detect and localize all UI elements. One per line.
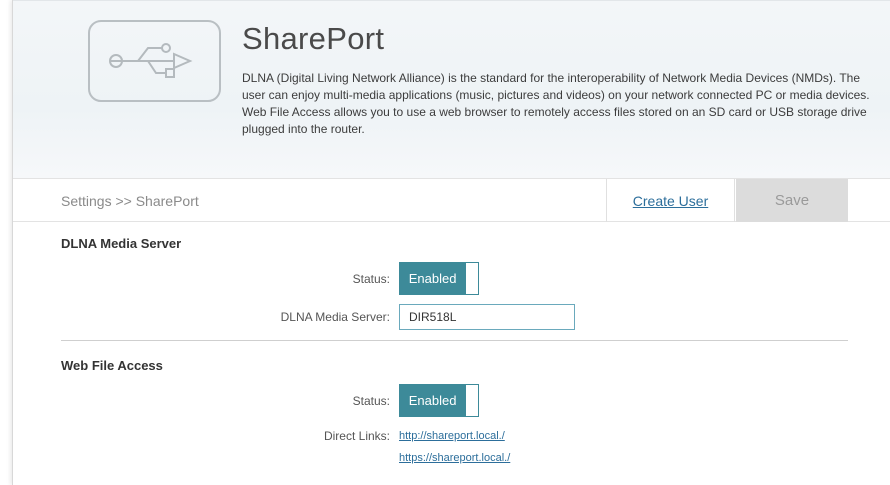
toggle-knob bbox=[466, 384, 479, 417]
dlna-status-label: Status: bbox=[352, 272, 390, 286]
https-link[interactable]: https://shareport.local./ bbox=[399, 452, 510, 464]
dlna-status-value: Enabled bbox=[399, 262, 467, 295]
dlna-status-toggle[interactable]: Enabled bbox=[399, 262, 479, 295]
content-panel: SharePort DLNA (Digital Living Network A… bbox=[12, 0, 890, 485]
webfile-status-toggle[interactable]: Enabled bbox=[399, 384, 479, 417]
page-title: SharePort bbox=[242, 21, 385, 56]
dlna-server-label: DLNA Media Server: bbox=[280, 310, 390, 324]
dlna-section-title: DLNA Media Server bbox=[61, 236, 182, 251]
toggle-knob bbox=[466, 262, 479, 295]
page-description: DLNA (Digital Living Network Alliance) i… bbox=[242, 71, 870, 136]
create-user-link[interactable]: Create User bbox=[606, 179, 735, 222]
breadcrumb: Settings >> SharePort bbox=[61, 193, 199, 209]
section-divider bbox=[61, 340, 848, 341]
toolbar: Settings >> SharePort Create User Save bbox=[13, 178, 890, 222]
direct-links-label: Direct Links: bbox=[323, 429, 390, 443]
usb-icon bbox=[88, 20, 221, 102]
page-header: SharePort DLNA (Digital Living Network A… bbox=[13, 0, 890, 178]
webfile-status-label: Status: bbox=[352, 394, 390, 408]
webfile-section-title: Web File Access bbox=[61, 358, 163, 373]
http-link[interactable]: http://shareport.local./ bbox=[399, 430, 505, 442]
webfile-status-value: Enabled bbox=[399, 384, 467, 417]
save-button[interactable]: Save bbox=[736, 179, 848, 222]
dlna-server-input[interactable] bbox=[399, 304, 575, 330]
